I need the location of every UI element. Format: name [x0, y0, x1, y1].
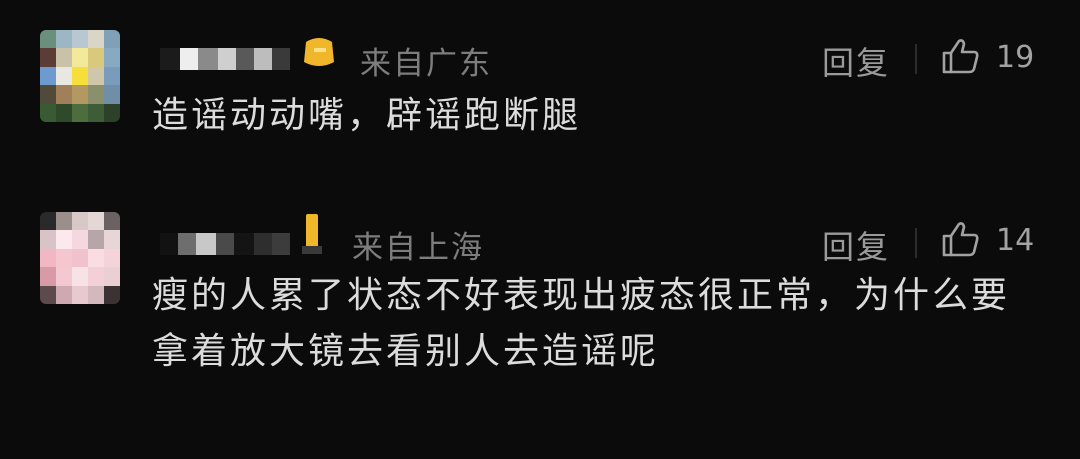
username-blurred[interactable] [160, 48, 290, 70]
action-divider [915, 44, 917, 74]
user-avatar[interactable] [40, 212, 120, 304]
comment-text: 瘦的人累了状态不好表现出疲态很正常，为什么要拿着放大镜去看别人去造谣呢 [152, 275, 1011, 372]
like-count: 19 [996, 40, 1035, 75]
action-divider [915, 228, 917, 258]
like-count: 14 [996, 223, 1035, 258]
reply-button[interactable]: 回复 [822, 38, 890, 84]
username-blurred[interactable] [160, 233, 290, 255]
comment-item: 来自上海 回复 14 瘦的人累了状态不好表现出疲态很正常，为什么要拿着放大镜去看… [0, 190, 1080, 459]
thumbs-up-outline-icon[interactable] [941, 220, 981, 258]
thumbs-up-outline-icon[interactable] [941, 37, 981, 75]
location-label: 来自上海 [352, 230, 484, 266]
vip-badge-icon [302, 214, 322, 254]
reply-button[interactable]: 回复 [822, 222, 890, 268]
comment-item: 来自广东 回复 19 造谣动动嘴，辟谣跑断腿 [0, 0, 1080, 190]
location-label: 来自广东 [360, 46, 492, 82]
vip-badge-icon [304, 38, 334, 66]
user-avatar[interactable] [40, 30, 120, 122]
comment-text: 造谣动动嘴，辟谣跑断腿 [152, 95, 582, 136]
